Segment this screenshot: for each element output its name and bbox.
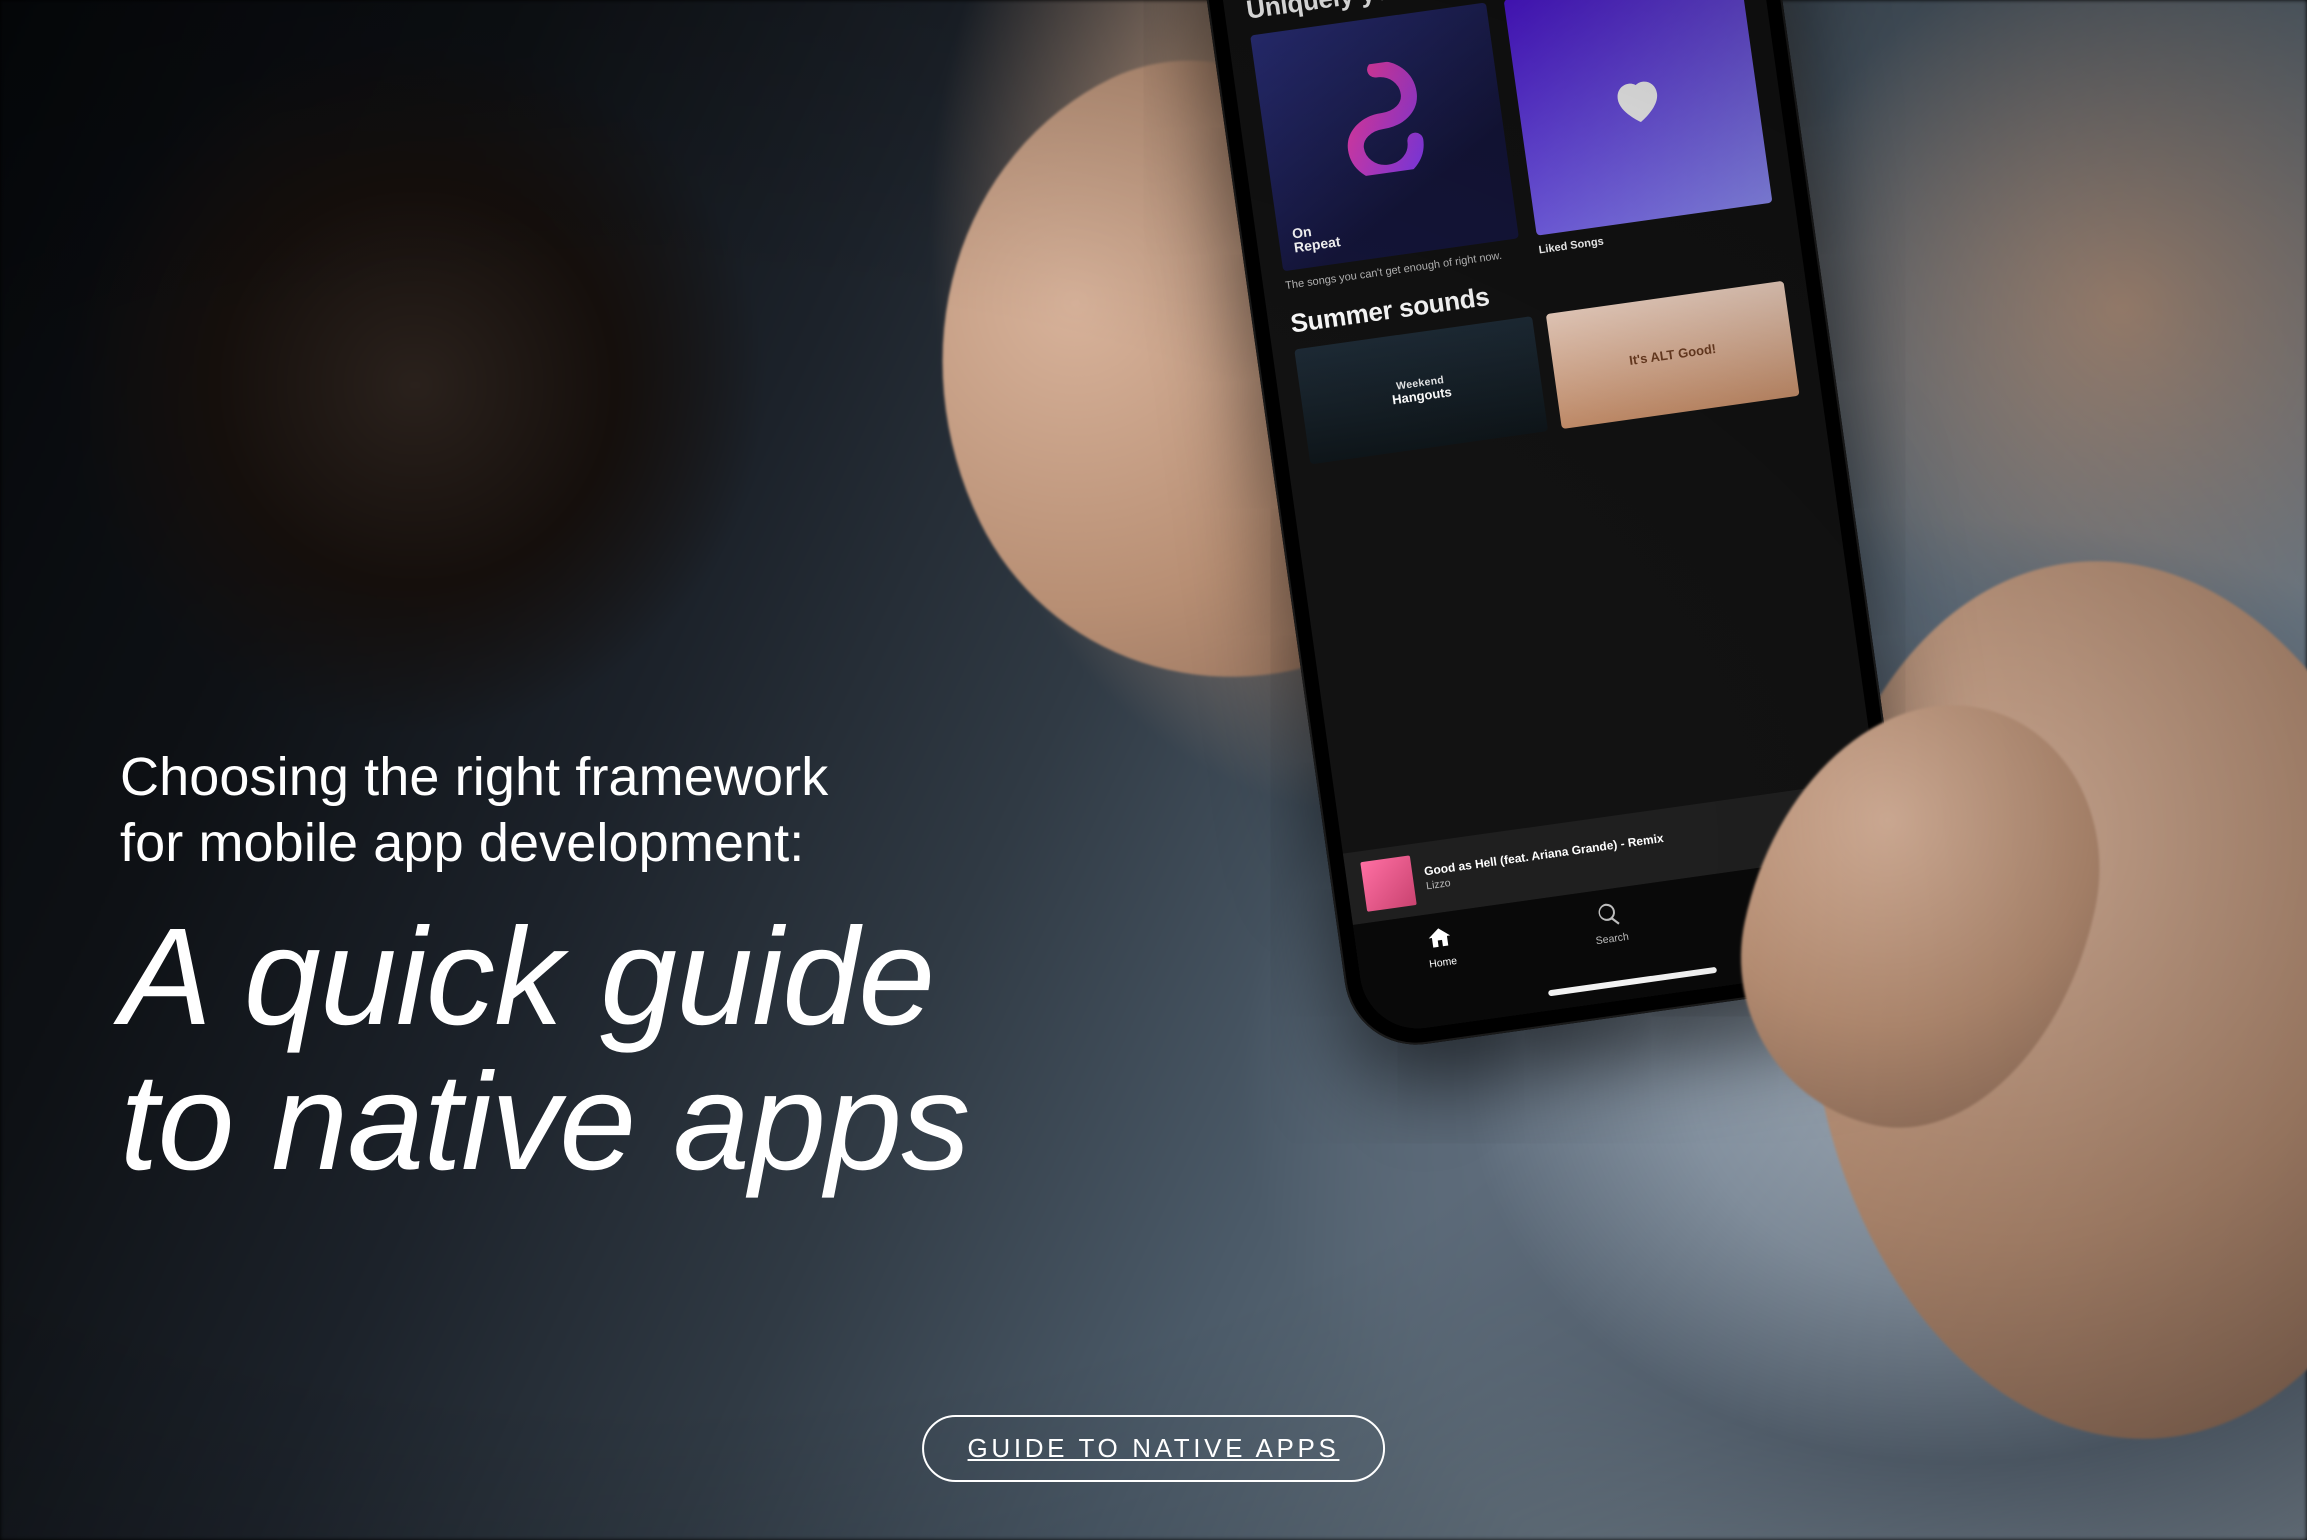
headline-line-2: to native apps	[120, 1045, 970, 1199]
subheading-line-1: Choosing the right framework	[120, 747, 828, 807]
subheading-line-2: for mobile app development:	[120, 813, 804, 873]
article-subheading: Choosing the right framework for mobile …	[120, 745, 828, 877]
headline-line-1: A quick guide	[120, 900, 934, 1054]
cta-button-guide[interactable]: GUIDE TO NATIVE APPS	[922, 1415, 1386, 1482]
cta-button-label: GUIDE TO NATIVE APPS	[968, 1433, 1340, 1463]
article-headline: A quick guide to native apps	[120, 905, 970, 1195]
